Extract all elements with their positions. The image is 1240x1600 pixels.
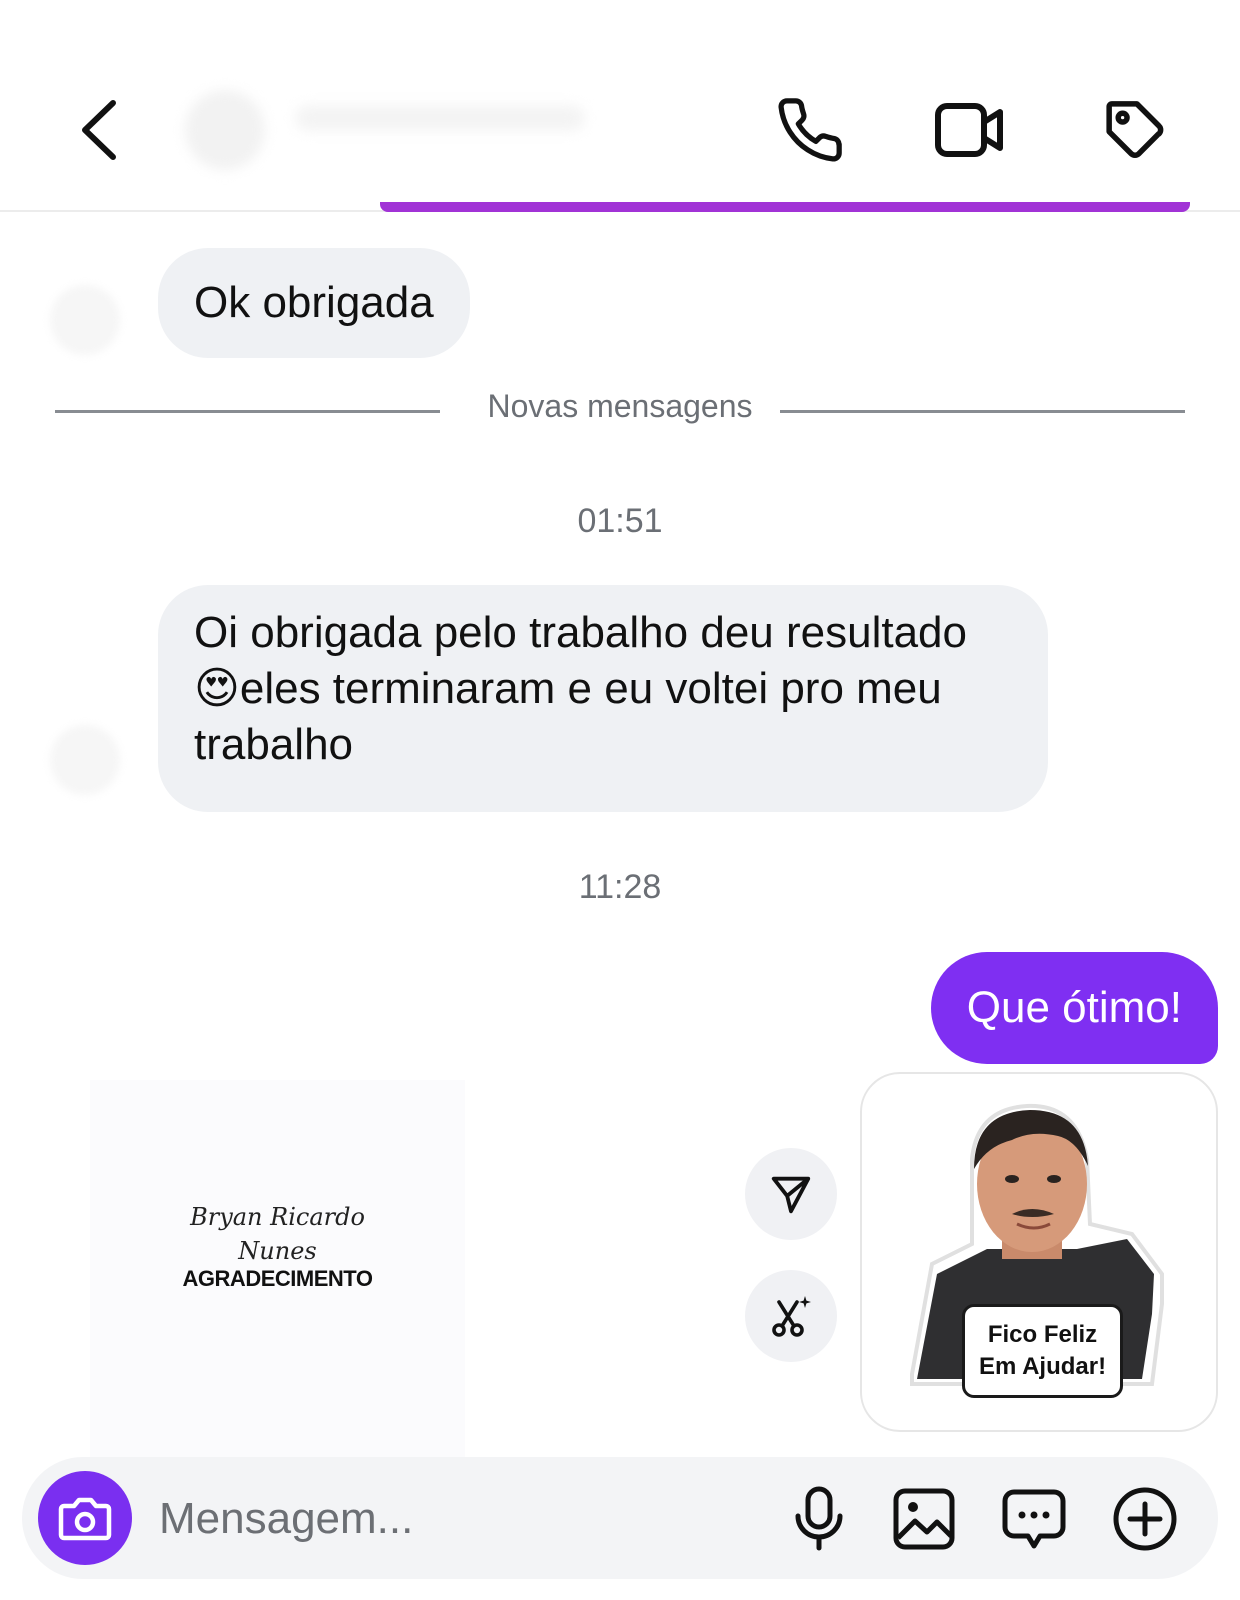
- phone-icon: [778, 98, 842, 162]
- sticker-caption-line: Em Ajudar!: [978, 1353, 1107, 1380]
- thanks-label: AGRADECIMENTO: [182, 1266, 373, 1291]
- chevron-left-icon: [82, 100, 116, 160]
- back-button[interactable]: [55, 85, 145, 175]
- contact-info[interactable]: [185, 85, 605, 175]
- message-input[interactable]: [157, 1485, 721, 1553]
- video-camera-icon: [935, 103, 1003, 157]
- camera-icon: [58, 1497, 112, 1541]
- new-messages-divider: Novas mensagens: [55, 378, 1185, 438]
- gallery-button[interactable]: [884, 1479, 964, 1559]
- message-text: Oi obrigada pelo trabalho deu resultado …: [194, 608, 967, 769]
- signature-line: Nunes: [238, 1237, 317, 1265]
- sticker-caption: Fico Feliz Em Ajudar!: [962, 1304, 1123, 1398]
- scissors-sparkle-icon: [772, 1296, 811, 1337]
- chat-bubble-icon: [1002, 1489, 1066, 1549]
- sender-avatar: [50, 285, 120, 355]
- camera-button[interactable]: [38, 1471, 132, 1565]
- send-forward-icon: [771, 1176, 811, 1214]
- tag-icon: [1106, 101, 1164, 158]
- forward-button[interactable]: [745, 1148, 837, 1240]
- voice-message-button[interactable]: [779, 1479, 859, 1559]
- divider-label: Novas mensagens: [487, 388, 753, 424]
- message-text: Que ótimo!: [966, 983, 1182, 1032]
- chat-header: [0, 0, 1240, 212]
- chat-screen: Ok obrigada Novas mensagens 01:51 Oi obr…: [0, 0, 1240, 1600]
- timestamp: 11:28: [578, 868, 662, 906]
- sticker-caption-line: Fico Feliz: [987, 1321, 1098, 1348]
- microphone-icon: [795, 1486, 843, 1551]
- sticker-button[interactable]: [994, 1479, 1074, 1559]
- contact-name-blurred: [295, 105, 585, 131]
- incoming-message[interactable]: Oi obrigada pelo trabalho deu resultado …: [158, 585, 1048, 812]
- previous-message-edge: [380, 202, 1190, 212]
- message-text: Ok obrigada: [194, 278, 434, 327]
- video-call-button[interactable]: [925, 85, 1015, 175]
- thanks-image-message[interactable]: Bryan Ricardo Nunes AGRADECIMENTO: [90, 1080, 465, 1460]
- timestamp: 01:51: [577, 502, 663, 540]
- signature-logo: Bryan Ricardo Nunes: [90, 1200, 465, 1268]
- ai-edit-button[interactable]: [745, 1270, 837, 1362]
- more-options-button[interactable]: [1105, 1479, 1185, 1559]
- incoming-message[interactable]: Ok obrigada: [158, 248, 470, 358]
- sticker-message[interactable]: Fico Feliz Em Ajudar!: [860, 1072, 1218, 1432]
- call-button[interactable]: [765, 85, 855, 175]
- outgoing-message[interactable]: Que ótimo!: [930, 952, 1218, 1064]
- message-composer: [22, 1457, 1218, 1579]
- signature-line: Bryan Ricardo: [190, 1203, 365, 1231]
- tag-button[interactable]: [1090, 85, 1180, 175]
- image-icon: [893, 1488, 955, 1550]
- contact-avatar: [185, 90, 265, 170]
- sender-avatar: [50, 725, 120, 795]
- plus-circle-icon: [1113, 1487, 1177, 1551]
